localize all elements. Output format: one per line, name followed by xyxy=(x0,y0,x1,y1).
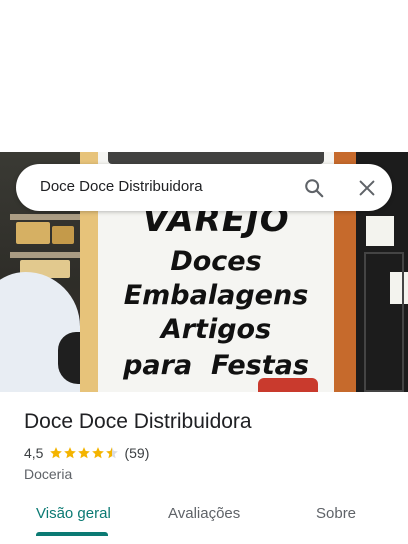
star-icon xyxy=(50,447,63,459)
sign-line: Doces xyxy=(170,246,262,277)
place-title: Doce Doce Distribuidora xyxy=(24,410,252,433)
tab-reviews[interactable]: Avaliações xyxy=(168,505,240,522)
sign-line: Embalagens xyxy=(123,280,309,311)
place-tabs: Visão geral Avaliações Sobre xyxy=(0,494,408,536)
review-count[interactable]: (59) xyxy=(124,445,149,461)
star-half-icon xyxy=(106,447,119,459)
place-category[interactable]: Doceria xyxy=(24,466,72,482)
rating-value: 4,5 xyxy=(24,445,44,461)
place-details-page: VAREJO Doces Embalagens Artigos para Fes… xyxy=(0,0,408,544)
rating-row[interactable]: 4,5 (59) xyxy=(24,444,149,462)
search-bar[interactable]: Doce Doce Distribuidora xyxy=(16,164,392,211)
active-tab-indicator xyxy=(36,532,108,536)
star-icon xyxy=(64,447,77,459)
tab-about[interactable]: Sobre xyxy=(316,505,356,522)
sign-line: Artigos xyxy=(160,314,272,345)
search-icon[interactable] xyxy=(303,177,325,199)
tab-overview[interactable]: Visão geral xyxy=(36,505,111,522)
sign-line: para Festas xyxy=(123,350,309,381)
star-icon xyxy=(78,447,91,459)
close-icon[interactable] xyxy=(356,177,378,199)
star-icon xyxy=(92,447,105,459)
rating-stars xyxy=(49,446,119,460)
search-query[interactable]: Doce Doce Distribuidora xyxy=(40,178,203,195)
